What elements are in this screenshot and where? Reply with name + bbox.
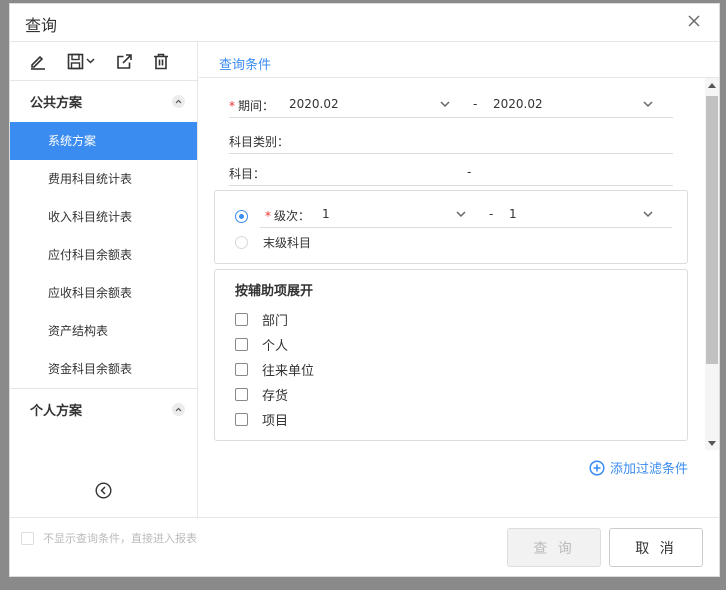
scroll-thumb[interactable] [706,96,718,364]
subject-category-field[interactable]: 科目类别： [229,128,673,154]
delete-icon[interactable] [153,51,169,71]
group-label: 个人方案 [30,404,83,419]
subject-label: 科目： [229,167,266,181]
period-label: * 期间： [229,99,275,113]
aux-option-inventory[interactable]: 存货 [235,385,288,404]
level-radio[interactable] [235,210,248,223]
checkbox[interactable] [235,412,248,426]
query-dialog: 查询 公共方案 系统方案 费用科目统计表 收入科目统计表 应付科目余额表 应收科… [9,3,720,577]
chevron-up-icon[interactable] [172,95,185,108]
level-label: * 级次： [265,209,311,223]
skip-conditions-label: 不显示查询条件，直接进入报表 [43,532,197,545]
dialog-title: 查询 [25,16,58,35]
close-icon[interactable] [687,14,701,28]
level-row: * 级次： 1 - 1 [260,202,672,228]
collapse-sidebar-icon[interactable] [95,482,112,503]
export-icon[interactable] [116,51,133,71]
sidebar-item-asset-structure[interactable]: 资产结构表 [10,312,197,350]
level-from-select[interactable]: 1 [322,207,330,221]
level-to-select[interactable]: 1 [509,207,517,221]
aux-option-project[interactable]: 项目 [235,410,288,429]
chevron-down-icon[interactable] [440,101,450,108]
save-dropdown-icon[interactable] [67,51,95,71]
add-filter-label: 添加过滤条件 [610,462,689,477]
period-row: * 期间： 2020.02 - 2020.02 [229,92,673,118]
checkbox[interactable] [235,337,248,351]
leaf-subject-label: 末级科目 [263,236,312,250]
group-public-schemes[interactable]: 公共方案 [10,81,197,122]
period-separator: - [473,97,478,111]
leaf-subject-radio[interactable] [235,236,248,249]
scroll-down-icon[interactable] [708,441,716,446]
checkbox[interactable] [235,387,248,401]
title-bar: 查询 [10,4,719,42]
aux-expand-box: 按辅助项展开 部门 个人 往来单位 存货 项目 [214,269,688,441]
subject-field[interactable]: 科目： - [229,160,673,186]
skip-conditions-checkbox[interactable]: 不显示查询条件，直接进入报表 [21,530,197,546]
period-to-select[interactable]: 2020.02 [493,97,543,111]
sidebar-item-receivable-balance[interactable]: 应收科目余额表 [10,274,197,312]
add-circle-icon [589,459,605,476]
sidebar-item-fund-balance[interactable]: 资金科目余额表 [10,350,197,388]
aux-option-department[interactable]: 部门 [235,310,288,329]
tab-query-conditions[interactable]: 查询条件 [219,54,271,73]
aux-option-counterparty[interactable]: 往来单位 [235,360,314,379]
level-box: * 级次： 1 - 1 末级科目 [214,190,688,264]
aux-expand-title: 按辅助项展开 [235,284,314,299]
chevron-up-icon[interactable] [172,403,185,416]
cancel-button[interactable]: 取 消 [609,528,703,567]
tab-strip: 查询条件 [199,42,719,78]
checkbox[interactable] [235,312,248,326]
add-filter-button[interactable]: 添加过滤条件 [589,458,688,477]
query-main: 查询条件 *期间： 2020.02 - 2020.02 科目类别： 科目： - [199,42,719,517]
subject-separator: - [467,165,472,179]
scroll-up-icon[interactable] [708,83,716,88]
query-form: * 期间： 2020.02 - 2020.02 科目类别： 科目： - * 级次： [199,78,705,450]
chevron-down-icon[interactable] [643,211,653,218]
sidebar-item-payable-balance[interactable]: 应付科目余额表 [10,236,197,274]
sidebar-item-system-scheme[interactable]: 系统方案 [10,122,197,160]
aux-option-individual[interactable]: 个人 [235,335,288,354]
subject-category-label: 科目类别： [229,135,290,149]
checkbox[interactable] [21,531,34,545]
dialog-footer: 不显示查询条件，直接进入报表 查 询 取 消 [10,517,719,578]
sidebar-item-expense-stats[interactable]: 费用科目统计表 [10,160,197,198]
sidebar-item-income-stats[interactable]: 收入科目统计表 [10,198,197,236]
group-label: 公共方案 [30,96,83,111]
scheme-sidebar: 公共方案 系统方案 费用科目统计表 收入科目统计表 应付科目余额表 应收科目余额… [10,42,198,517]
level-separator: - [489,207,494,221]
form-scrollbar[interactable] [705,78,719,450]
edit-icon[interactable] [29,51,47,71]
scheme-toolbar [10,42,197,81]
chevron-down-icon[interactable] [456,211,466,218]
checkbox[interactable] [235,362,248,376]
query-button[interactable]: 查 询 [507,528,601,567]
chevron-down-icon[interactable] [643,101,653,108]
period-from-select[interactable]: 2020.02 [289,97,339,111]
group-personal-schemes[interactable]: 个人方案 [10,389,197,430]
